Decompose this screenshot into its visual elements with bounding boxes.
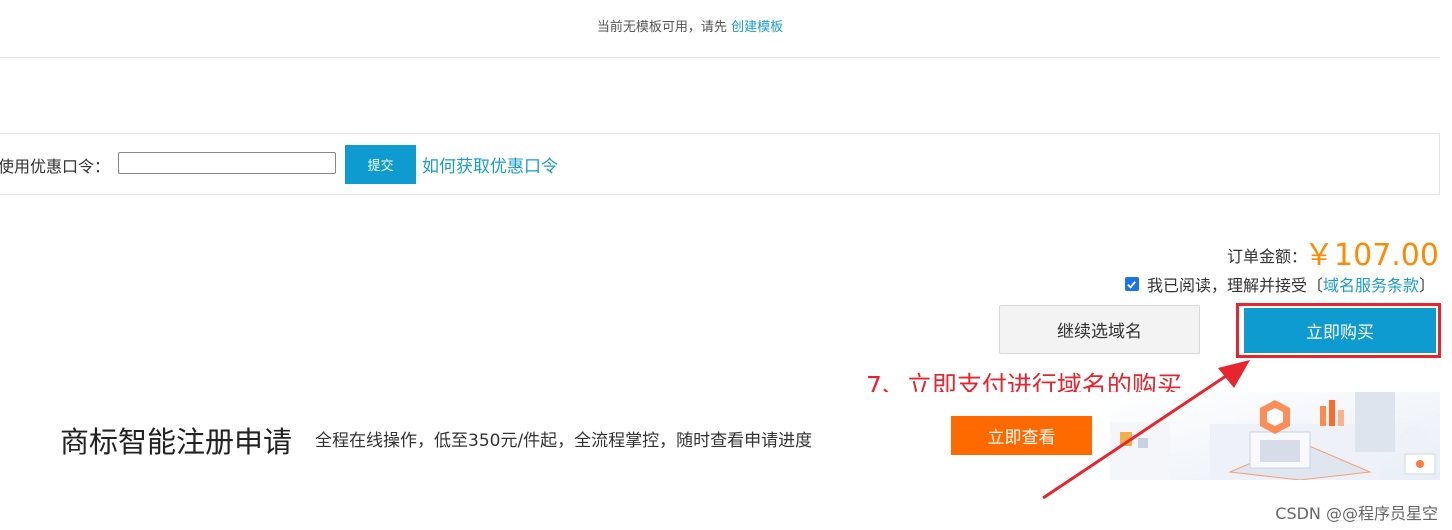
promo-illustration [1110, 392, 1440, 480]
template-notice-bar: 当前无模板可用，请先 创建模板 [0, 0, 1440, 58]
coupon-submit-button[interactable]: 提交 [345, 145, 416, 184]
agreement-text: 我已阅读，理解并接受 [1146, 276, 1307, 295]
agreement-checkbox[interactable] [1124, 277, 1139, 291]
template-notice: 当前无模板可用，请先 创建模板 [0, 16, 1380, 35]
template-notice-text: 当前无模板可用，请先 [596, 20, 727, 35]
buy-now-button[interactable]: 立即购买 [1244, 308, 1436, 353]
agreement-bracket-open: 〔 [1306, 276, 1323, 295]
create-template-link[interactable]: 创建模板 [731, 20, 783, 35]
order-total-label: 订单金额： [1226, 247, 1307, 266]
agreement-row: 我已阅读，理解并接受 〔 域名服务条款 〕 [1124, 272, 1435, 296]
order-total-amount: ￥107.00 [1304, 238, 1439, 273]
promo-description: 全程在线操作，低至350元/件起，全流程掌控，随时查看申请进度 [315, 431, 813, 451]
check-icon [1127, 280, 1137, 289]
csdn-watermark: CSDN @@程序员星空 [1275, 504, 1438, 523]
coupon-help-link[interactable]: 如何获取优惠口令 [422, 152, 558, 177]
coupon-input[interactable] [118, 152, 336, 174]
continue-select-domain-button[interactable]: 继续选域名 [999, 305, 1200, 354]
coupon-label: 使用优惠口令： [0, 157, 111, 176]
agreement-bracket-close: 〕 [1418, 276, 1435, 295]
promo-view-button[interactable]: 立即查看 [951, 416, 1092, 455]
domain-terms-link[interactable]: 域名服务条款 [1323, 272, 1419, 296]
coupon-row: 使用优惠口令： 提交 如何获取优惠口令 [0, 133, 1440, 195]
promo-banner: 商标智能注册申请 全程在线操作，低至350元/件起，全流程掌控，随时查看申请进度… [0, 392, 1440, 480]
promo-title: 商标智能注册申请 [60, 425, 293, 459]
